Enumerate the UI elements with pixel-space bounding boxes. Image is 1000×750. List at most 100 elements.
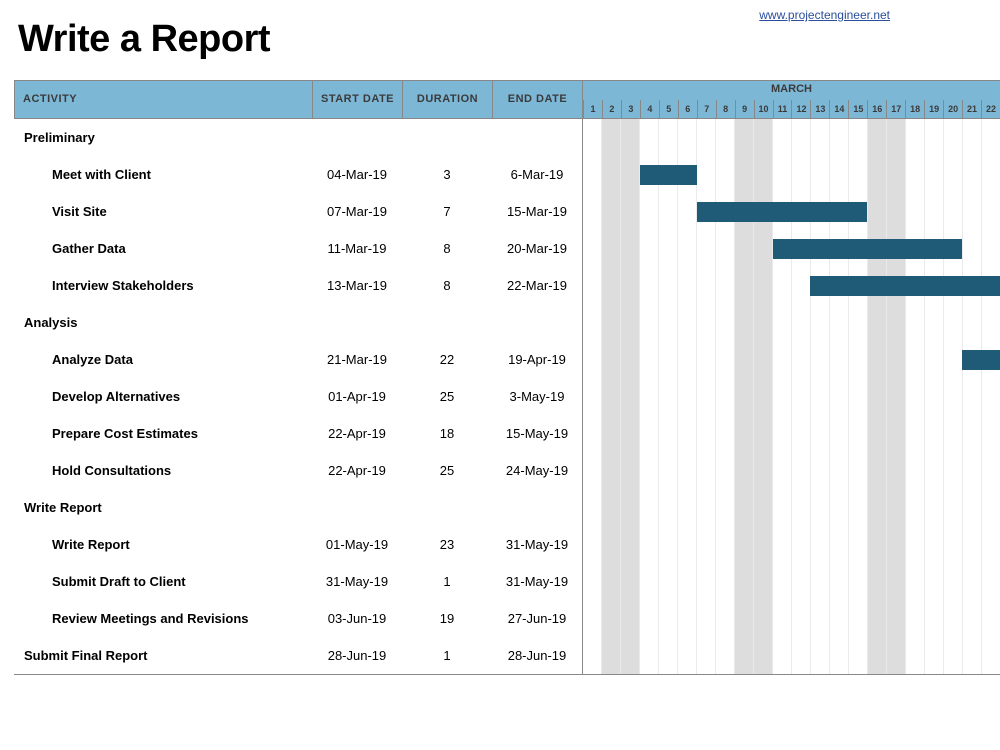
gantt-day-column bbox=[639, 378, 658, 415]
gantt-day-column bbox=[753, 637, 772, 674]
gantt-bar[interactable] bbox=[773, 239, 963, 259]
gantt-day-column bbox=[620, 415, 639, 452]
gantt-day-column bbox=[962, 526, 981, 563]
gantt-day-column bbox=[810, 637, 829, 674]
gantt-day-column bbox=[791, 526, 810, 563]
gantt-day-column bbox=[829, 341, 848, 378]
gantt-day-column bbox=[658, 378, 677, 415]
gantt-day-column bbox=[583, 267, 601, 304]
table-row: Analyze Data21-Mar-192219-Apr-19 bbox=[14, 341, 1000, 378]
gantt-day-column bbox=[639, 600, 658, 637]
table-row: Preliminary bbox=[14, 119, 1000, 156]
gantt-day-column bbox=[677, 119, 696, 156]
gantt-day-column bbox=[905, 341, 924, 378]
gantt-day-column bbox=[715, 526, 734, 563]
gantt-day-column bbox=[715, 563, 734, 600]
gantt-day-column bbox=[791, 637, 810, 674]
activity-cell: Analyze Data bbox=[14, 352, 312, 367]
start-cell: 01-May-19 bbox=[312, 537, 402, 552]
gantt-day-column bbox=[601, 563, 620, 600]
gantt-day-column bbox=[677, 304, 696, 341]
gantt-day-column bbox=[810, 600, 829, 637]
col-activity: ACTIVITY bbox=[14, 81, 312, 118]
gantt-day-column bbox=[905, 415, 924, 452]
gantt-day-column bbox=[658, 267, 677, 304]
gantt-background bbox=[583, 637, 1000, 674]
gantt-day-column bbox=[962, 230, 981, 267]
gantt-day-column bbox=[791, 600, 810, 637]
gantt-background bbox=[583, 563, 1000, 600]
source-link[interactable]: www.projectengineer.net bbox=[759, 8, 890, 22]
gantt-day-column bbox=[905, 156, 924, 193]
activity-cell: Analysis bbox=[14, 315, 312, 330]
end-cell: 6-Mar-19 bbox=[492, 167, 582, 182]
day-header-cell: 11 bbox=[773, 100, 792, 118]
gantt-day-column bbox=[924, 378, 943, 415]
table-row: Review Meetings and Revisions03-Jun-1919… bbox=[14, 600, 1000, 637]
gantt-day-column bbox=[924, 193, 943, 230]
gantt-day-column bbox=[639, 415, 658, 452]
gantt-day-column bbox=[620, 156, 639, 193]
end-cell: 15-Mar-19 bbox=[492, 204, 582, 219]
gantt-day-column bbox=[696, 489, 715, 526]
gantt-day-column bbox=[962, 119, 981, 156]
timeline-cell bbox=[582, 637, 1000, 674]
gantt-day-column bbox=[981, 230, 1000, 267]
gantt-day-column bbox=[753, 452, 772, 489]
gantt-day-column bbox=[583, 378, 601, 415]
day-header-cell: 5 bbox=[659, 100, 678, 118]
gantt-day-column bbox=[886, 563, 905, 600]
gantt-day-column bbox=[620, 119, 639, 156]
gantt-bar[interactable] bbox=[810, 276, 1000, 296]
day-header-cell: 10 bbox=[754, 100, 773, 118]
gantt-day-column bbox=[715, 267, 734, 304]
gantt-day-column bbox=[962, 415, 981, 452]
gantt-background bbox=[583, 600, 1000, 637]
activity-cell: Gather Data bbox=[14, 241, 312, 256]
gantt-day-column bbox=[583, 489, 601, 526]
gantt-bar[interactable] bbox=[697, 202, 868, 222]
gantt-day-column bbox=[658, 119, 677, 156]
gantt-bar[interactable] bbox=[640, 165, 697, 185]
gantt-day-column bbox=[962, 378, 981, 415]
start-cell: 11-Mar-19 bbox=[312, 241, 402, 256]
timeline-cell bbox=[582, 304, 1000, 341]
gantt-day-column bbox=[981, 452, 1000, 489]
gantt-background bbox=[583, 378, 1000, 415]
table-row: Visit Site07-Mar-19715-Mar-19 bbox=[14, 193, 1000, 230]
gantt-day-column bbox=[791, 378, 810, 415]
start-cell: 28-Jun-19 bbox=[312, 648, 402, 663]
day-header-cell: 15 bbox=[848, 100, 867, 118]
gantt-day-column bbox=[639, 119, 658, 156]
gantt-day-column bbox=[677, 230, 696, 267]
gantt-day-column bbox=[943, 637, 962, 674]
gantt-day-column bbox=[583, 452, 601, 489]
gantt-day-column bbox=[601, 341, 620, 378]
gantt-day-column bbox=[734, 156, 753, 193]
gantt-day-column bbox=[734, 119, 753, 156]
activity-cell: Hold Consultations bbox=[14, 463, 312, 478]
gantt-day-column bbox=[753, 156, 772, 193]
gantt-day-column bbox=[583, 341, 601, 378]
gantt-day-column bbox=[696, 526, 715, 563]
gantt-grid: ACTIVITY START DATE DURATION END DATE MA… bbox=[14, 80, 1000, 675]
gantt-day-column bbox=[734, 526, 753, 563]
gantt-day-column bbox=[848, 600, 867, 637]
gantt-bar[interactable] bbox=[962, 350, 1000, 370]
gantt-day-column bbox=[886, 637, 905, 674]
gantt-day-column bbox=[962, 304, 981, 341]
day-header-cell: 17 bbox=[886, 100, 905, 118]
day-header-cell: 1 bbox=[583, 100, 602, 118]
gantt-day-column bbox=[943, 526, 962, 563]
gantt-day-column bbox=[734, 341, 753, 378]
gantt-day-column bbox=[696, 378, 715, 415]
end-cell: 22-Mar-19 bbox=[492, 278, 582, 293]
gantt-day-column bbox=[905, 637, 924, 674]
start-cell: 07-Mar-19 bbox=[312, 204, 402, 219]
timeline-cell bbox=[582, 563, 1000, 600]
gantt-day-column bbox=[848, 415, 867, 452]
gantt-day-column bbox=[715, 156, 734, 193]
gantt-day-column bbox=[753, 600, 772, 637]
gantt-day-column bbox=[772, 563, 791, 600]
duration-cell: 8 bbox=[402, 241, 492, 256]
